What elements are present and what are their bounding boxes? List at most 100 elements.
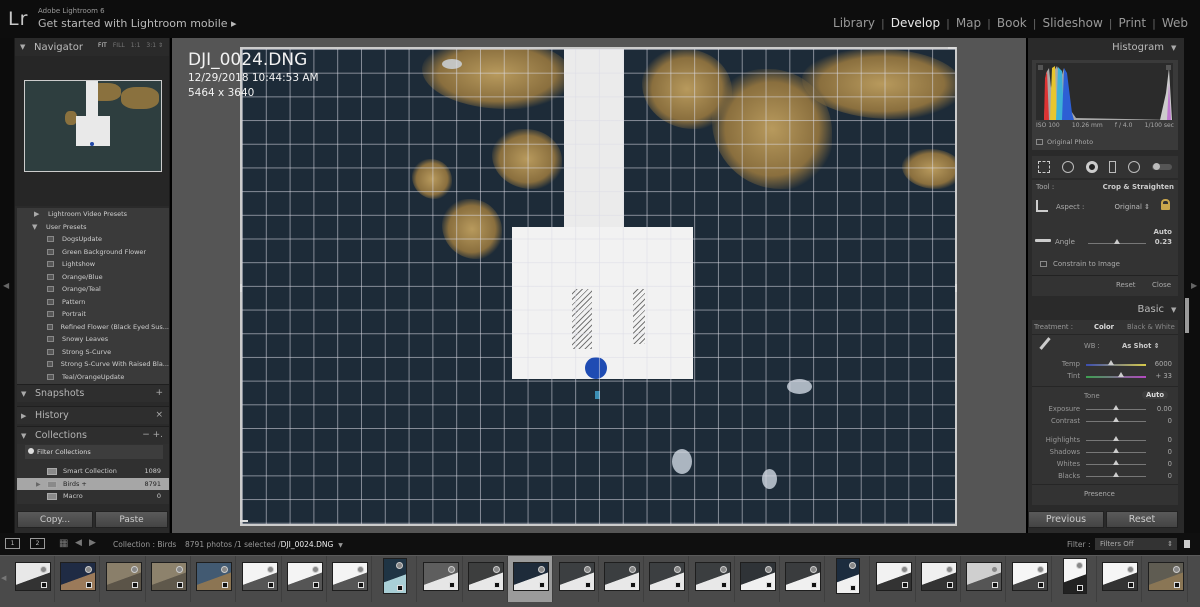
- aspect-lock-icon[interactable]: [1161, 199, 1170, 210]
- zoom-3-1[interactable]: 3:1 ⇕: [146, 42, 163, 49]
- navigator-header[interactable]: ▼ Navigator FIT FILL 1:1 3:1 ⇕: [15, 38, 169, 56]
- collection-item-birds[interactable]: ▶ Birds + 8791: [17, 478, 169, 490]
- collection-item-smart[interactable]: Smart Collection 1089: [17, 465, 169, 477]
- filmstrip-thumbnail[interactable]: [101, 556, 146, 602]
- zoom-1-1[interactable]: 1:1: [131, 42, 141, 49]
- module-book[interactable]: Book: [991, 16, 1033, 30]
- tone-auto-button[interactable]: Auto: [1142, 391, 1169, 399]
- crop-corner-handle[interactable]: [948, 47, 956, 49]
- filmstrip-thumbnail[interactable]: [418, 556, 463, 602]
- adjustment-brush-icon[interactable]: [1152, 163, 1173, 170]
- filmstrip-thumbnail[interactable]: [961, 556, 1007, 602]
- filmstrip-thumbnail[interactable]: [237, 556, 282, 602]
- contrast-value[interactable]: 0: [1168, 417, 1172, 425]
- history-header[interactable]: ▶ History ×: [17, 406, 169, 424]
- straighten-tool-icon[interactable]: [1035, 239, 1051, 242]
- filmstrip-thumbnail[interactable]: [282, 556, 327, 602]
- preset-folder-video[interactable]: ▶ Lightroom Video Presets: [17, 208, 169, 221]
- snapshots-header[interactable]: ▼ Snapshots +: [17, 384, 169, 402]
- filmstrip-thumbnail[interactable]: [10, 556, 55, 602]
- previous-button[interactable]: Previous: [1028, 511, 1104, 528]
- filmstrip-thumbnail[interactable]: [825, 556, 871, 602]
- module-web[interactable]: Web: [1156, 16, 1194, 30]
- wb-select[interactable]: As Shot ⇕: [1122, 342, 1159, 350]
- angle-value[interactable]: 0.23: [1155, 238, 1172, 246]
- temp-value[interactable]: 6000: [1155, 360, 1172, 368]
- filmstrip-thumbnail[interactable]: [644, 556, 690, 602]
- module-library[interactable]: Library: [827, 16, 881, 30]
- filmstrip-thumbnail[interactable]: [735, 556, 780, 602]
- treatment-bw-button[interactable]: Black & White: [1127, 323, 1175, 331]
- filmstrip-thumbnail[interactable]: [508, 556, 554, 602]
- original-photo-toggle[interactable]: Original Photo: [1036, 138, 1093, 146]
- tint-slider-knob[interactable]: [1117, 372, 1124, 377]
- add-snapshot-button[interactable]: +: [155, 388, 163, 398]
- highlights-slider-knob[interactable]: [1113, 436, 1119, 441]
- preset-item[interactable]: Refined Flower (Black Eyed Sus...: [17, 321, 169, 334]
- filmstrip-thumbnail[interactable]: [1097, 556, 1143, 602]
- module-develop[interactable]: Develop: [885, 16, 946, 30]
- paste-settings-button[interactable]: Paste: [95, 511, 168, 528]
- filter-collections-input[interactable]: Filter Collections: [25, 445, 163, 459]
- photo-count-status[interactable]: 8791 photos /1 selected /DJI_0024.DNG ▼: [185, 540, 343, 549]
- exposure-value[interactable]: 0.00: [1157, 405, 1172, 413]
- wb-eyedropper-icon[interactable]: [1039, 337, 1051, 350]
- filmstrip-thumbnail[interactable]: [780, 556, 826, 602]
- tint-value[interactable]: + 33: [1155, 372, 1172, 380]
- filmstrip-thumbnail[interactable]: [55, 556, 101, 602]
- temp-slider[interactable]: [1086, 364, 1146, 366]
- zoom-fill[interactable]: FILL: [113, 42, 125, 49]
- module-print[interactable]: Print: [1113, 16, 1153, 30]
- filmstrip-thumbnail[interactable]: [191, 556, 237, 602]
- preset-item[interactable]: Orange/Teal: [17, 283, 169, 296]
- filmstrip-thumbnail[interactable]: [327, 556, 373, 602]
- preset-item[interactable]: Strong S-Curve With Raised Bla...: [17, 358, 169, 371]
- module-map[interactable]: Map: [950, 16, 987, 30]
- collections-header[interactable]: ▼ Collections − +.: [17, 426, 169, 444]
- filmstrip-thumbnail[interactable]: [463, 556, 508, 602]
- filmstrip-scroll-left-icon[interactable]: ◀: [1, 574, 6, 582]
- crop-tool-icon[interactable]: [1037, 161, 1050, 173]
- exposure-slider-knob[interactable]: [1113, 405, 1119, 410]
- crop-side-handle[interactable]: [240, 284, 242, 292]
- filter-select[interactable]: Filters Off ⇕: [1095, 538, 1177, 550]
- filmstrip-thumbnail[interactable]: [1007, 556, 1052, 602]
- collection-item-macro[interactable]: Macro 0: [17, 490, 169, 502]
- preset-item[interactable]: Pattern: [17, 296, 169, 309]
- zoom-fit[interactable]: FIT: [98, 42, 107, 49]
- image-viewport[interactable]: DJI_0024.DNG 12/29/2018 10:44:53 AM 5464…: [172, 38, 1026, 533]
- treatment-color-button[interactable]: Color: [1094, 323, 1114, 331]
- shadows-slider-knob[interactable]: [1113, 448, 1119, 453]
- grid-view-icon[interactable]: ▦: [59, 538, 68, 549]
- blacks-value[interactable]: 0: [1168, 472, 1172, 480]
- filmstrip-thumbnail[interactable]: [1052, 556, 1097, 602]
- temp-slider-knob[interactable]: [1108, 360, 1115, 365]
- whites-value[interactable]: 0: [1168, 460, 1172, 468]
- filmstrip-thumbnail[interactable]: [916, 556, 961, 602]
- filmstrip-thumbnail[interactable]: [871, 556, 916, 602]
- filmstrip-thumbnail[interactable]: [554, 556, 599, 602]
- histogram-header[interactable]: Histogram ▼: [1112, 42, 1178, 53]
- filmstrip-thumbnail[interactable]: [372, 556, 418, 602]
- forward-arrow-icon[interactable]: ▶: [89, 538, 96, 548]
- angle-auto-button[interactable]: Auto: [1153, 228, 1172, 236]
- crop-close-button[interactable]: Close: [1152, 281, 1171, 289]
- basic-header[interactable]: Basic ▼: [1138, 304, 1178, 315]
- whites-slider-knob[interactable]: [1113, 460, 1119, 465]
- crop-corner-handle[interactable]: [240, 520, 248, 522]
- filmstrip-thumbnail[interactable]: [1143, 556, 1188, 602]
- filmstrip-thumbnail[interactable]: [599, 556, 644, 602]
- aspect-select[interactable]: Original ⇕: [1115, 203, 1150, 211]
- constrain-to-image-checkbox[interactable]: Constrain to Image: [1040, 260, 1120, 268]
- highlights-value[interactable]: 0: [1168, 436, 1172, 444]
- clear-history-button[interactable]: ×: [155, 410, 163, 420]
- crop-side-handle[interactable]: [955, 284, 957, 292]
- secondary-display-button[interactable]: 2: [30, 538, 45, 549]
- navigator-thumbnail[interactable]: [24, 80, 162, 172]
- right-edge-toggle[interactable]: ▶: [1184, 38, 1200, 533]
- crop-reset-button[interactable]: Reset: [1116, 281, 1136, 289]
- blacks-slider-knob[interactable]: [1113, 472, 1119, 477]
- preset-folder-user[interactable]: ▼ User Presets: [17, 221, 169, 234]
- collection-add-remove-buttons[interactable]: − +.: [142, 430, 163, 440]
- radial-filter-icon[interactable]: [1128, 161, 1141, 173]
